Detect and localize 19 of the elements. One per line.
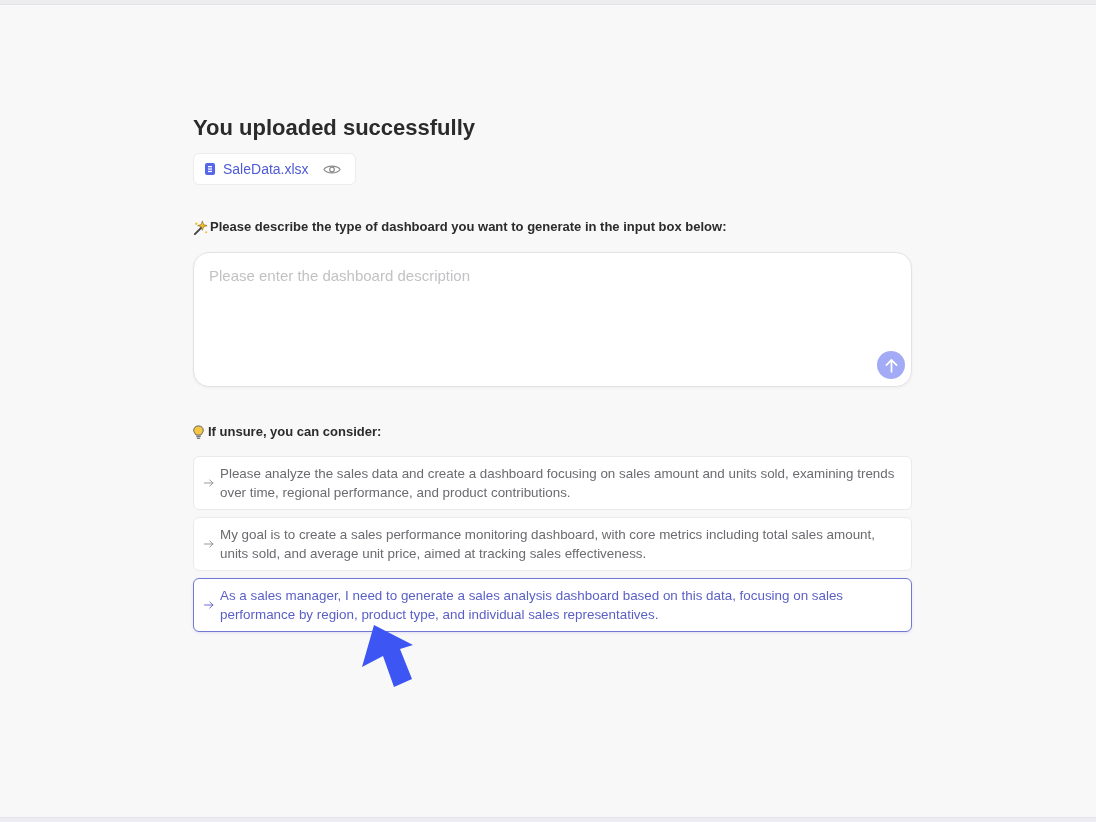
mouse-pointer-icon	[362, 625, 414, 687]
suggestion-text: As a sales manager, I need to generate a sales analysis dashboard based on this data, focusing on sales performance by region, product type, and individual sales representatives.	[220, 587, 845, 624]
page-title: You uploaded successfully	[193, 114, 476, 142]
right-arrow-icon	[204, 540, 214, 548]
suggestion-text: Please analyze the sales data and create a dashboard focusing on sales amount and units sold, examining trends over time, regional performance, and product contributions.	[220, 465, 896, 502]
suggestion-card[interactable]: My goal is to create a sales performance monitoring dashboard, with core metrics including total sales amount, units sold, and average unit price, aimed at tracking sales effectiveness.	[193, 517, 912, 571]
light-bulb-icon	[193, 424, 204, 440]
suggestions-heading: If unsure, you can consider:	[208, 423, 382, 441]
suggestion-text: My goal is to create a sales performance monitoring dashboard, with core metrics including total sales amount, units sold, and average unit price, aimed at tracking sales effectiveness.	[220, 526, 876, 563]
right-arrow-icon	[204, 601, 214, 609]
prompt-label: Please describe the type of dashboard you want to generate in the input box below:	[210, 218, 727, 236]
eye-icon[interactable]	[322, 163, 341, 175]
file-name[interactable]: SaleData.xlsx	[223, 161, 309, 177]
description-field[interactable]: Please enter the dashboard description	[193, 252, 912, 387]
right-arrow-icon	[204, 479, 214, 487]
document-icon	[205, 163, 215, 175]
up-arrow-icon	[884, 357, 898, 373]
suggestion-card[interactable]: Please analyze the sales data and create a dashboard focusing on sales amount and units sold, examining trends over time, regional performance, and product contributions.	[193, 456, 912, 510]
magic-wand-icon	[193, 219, 208, 235]
